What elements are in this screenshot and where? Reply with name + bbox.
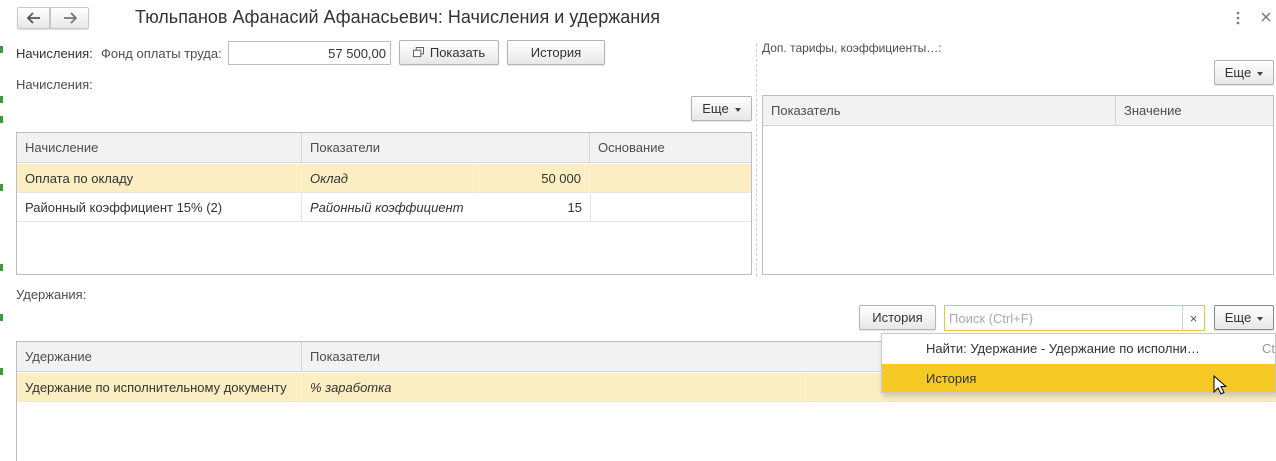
menu-item-find-shortcut: Ctr [1262, 341, 1275, 356]
accrual-name: Районный коэффициент 15% (2) [17, 193, 302, 222]
more-vertical-icon[interactable] [1233, 10, 1243, 26]
arrow-right-icon [63, 12, 77, 24]
column-header-deduction-indicators[interactable]: Показатели [302, 342, 882, 372]
back-button[interactable] [17, 7, 50, 29]
accruals-table[interactable]: Начисление Показатели Основание Оплата п… [16, 132, 752, 275]
search-input[interactable]: Поиск (Ctrl+F) × [944, 305, 1205, 331]
indicator-name: Оклад [302, 164, 473, 193]
deductions-history-button[interactable]: История [859, 305, 936, 330]
accruals-history-button[interactable]: История [507, 40, 605, 65]
tariffs-more-button[interactable]: Еще [1214, 60, 1274, 85]
column-header-indicators[interactable]: Показатели [302, 133, 590, 163]
accrual-basis [590, 164, 751, 193]
tariffs-table[interactable]: Показатель Значение [762, 95, 1274, 275]
accruals-history-label: История [530, 45, 582, 60]
accruals-more-label: Еще [702, 101, 729, 116]
menu-item-find[interactable]: Найти: Удержание - Удержание по исполни…… [882, 334, 1275, 363]
column-header-accrual[interactable]: Начисление [17, 133, 302, 163]
section-divider [756, 44, 757, 276]
tariffs-section-label: Доп. тарифы, коэффициенты…: [762, 41, 942, 55]
fund-label: Фонд оплаты труда: [101, 46, 222, 61]
window-title: Тюльпанов Афанасий Афанасьевич: Начислен… [135, 7, 660, 27]
accruals-section-label: Начисления: [16, 77, 93, 92]
accrual-name: Оплата по окладу [17, 164, 302, 193]
clear-search-button[interactable]: × [1182, 306, 1204, 330]
fund-value: 57 500,00 [328, 45, 386, 61]
accrual-basis [590, 193, 751, 222]
deduction-indicator: % заработка [302, 373, 806, 402]
tariffs-more-label: Еще [1224, 65, 1252, 80]
chevron-down-icon [1257, 316, 1264, 321]
chevron-down-icon [734, 107, 741, 112]
show-button[interactable]: Показать [399, 40, 499, 65]
menu-item-find-label: Найти: Удержание - Удержание по исполни… [926, 341, 1200, 356]
chevron-down-icon [1257, 71, 1264, 76]
deductions-history-label: История [872, 310, 923, 325]
close-icon[interactable] [1260, 11, 1272, 23]
accruals-table-header: Начисление Показатели Основание [17, 133, 751, 163]
column-header-indicator[interactable]: Показатель [763, 96, 1116, 126]
search-placeholder: Поиск (Ctrl+F) [949, 310, 1034, 326]
show-button-label: Показать [429, 45, 486, 60]
deductions-section-label: Удержания: [16, 287, 87, 302]
indicator-value: 50 000 [473, 164, 590, 193]
open-window-icon [412, 47, 424, 58]
tariffs-table-header: Показатель Значение [763, 96, 1273, 126]
mouse-cursor-icon [1213, 374, 1228, 396]
fund-value-field[interactable]: 57 500,00 [228, 41, 391, 65]
column-header-deduction[interactable]: Удержание [17, 342, 302, 372]
indicator-name: Районный коэффициент [310, 200, 464, 215]
column-header-basis[interactable]: Основание [590, 133, 751, 163]
forward-button[interactable] [50, 7, 89, 29]
deductions-more-button[interactable]: Еще [1214, 305, 1274, 330]
indicator-value: 15 [567, 200, 582, 215]
arrow-left-icon [26, 12, 40, 24]
menu-item-history-label: История [926, 371, 977, 386]
deduction-name: Удержание по исполнительному документу [17, 373, 302, 402]
accruals-more-button[interactable]: Еще [691, 96, 752, 121]
table-row[interactable]: Районный коэффициент 15% (2) Районный ко… [17, 193, 751, 222]
close-icon: × [1189, 310, 1198, 326]
column-header-value[interactable]: Значение [1116, 96, 1273, 126]
deductions-more-label: Еще [1224, 310, 1252, 325]
table-row[interactable]: Оплата по окладу Оклад 50 000 [17, 164, 751, 193]
accruals-bar-label: Начисления: [16, 46, 93, 61]
